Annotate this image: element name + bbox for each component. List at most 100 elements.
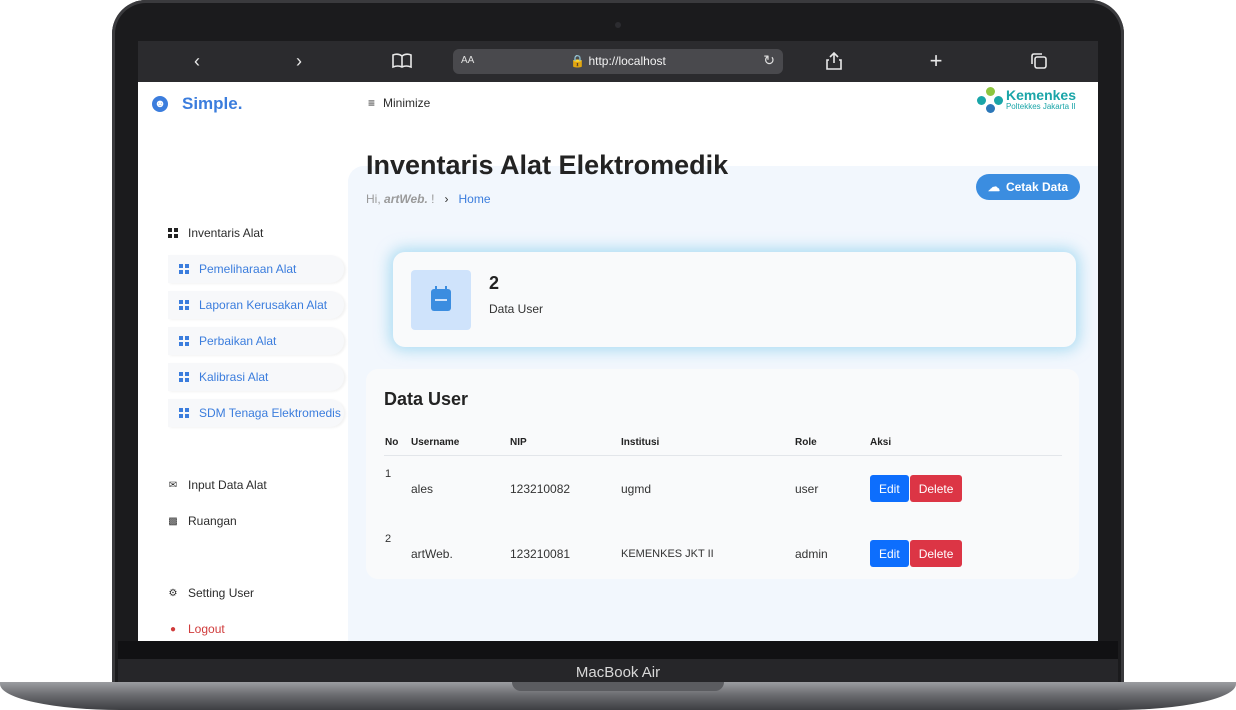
greeting: Hi, artWeb. !	[366, 192, 435, 206]
sidebar-item-label: Logout	[188, 622, 225, 636]
back-icon[interactable]: ‹	[182, 47, 212, 75]
column-header-nip: NIP	[509, 429, 620, 456]
sidebar-item-laporan-kerusakan-alat[interactable]: Laporan Kerusakan Alat	[168, 291, 344, 319]
cell-institusi: ugmd	[621, 481, 652, 496]
lock-icon: 🔒	[570, 54, 586, 68]
cell-username: ales	[411, 481, 434, 496]
content-area: Inventaris Alat Elektromedik Hi, artWeb.…	[348, 126, 1098, 641]
stat-value: 2	[489, 273, 500, 293]
sidebar-item-label: SDM Tenaga Elektromedis	[199, 406, 341, 420]
camera-dot	[615, 22, 621, 28]
grid-icon	[179, 300, 189, 310]
kemenkes-subtitle: Poltekkes Jakarta II	[1005, 102, 1076, 111]
sidebar-item-perbaikan-alat[interactable]: Perbaikan Alat	[168, 327, 344, 355]
data-user-card: Data User No Username NIP Institusi Role	[366, 369, 1079, 579]
sidebar-item-label: Laporan Kerusakan Alat	[199, 298, 328, 312]
column-header-role: Role	[794, 429, 869, 456]
minimize-label: Minimize	[383, 96, 431, 110]
browser-toolbar: ‹ › AA 🔒 http://localhost ↻ +	[138, 41, 1098, 82]
gear-icon: ⚙	[168, 587, 178, 599]
calendar-icon	[431, 286, 451, 311]
url-text: 🔒 http://localhost	[453, 54, 783, 68]
bookmarks-icon[interactable]	[387, 47, 417, 75]
sidebar-item-label: Perbaikan Alat	[199, 334, 277, 348]
sidebar-item-label: Inventaris Alat	[188, 226, 264, 240]
sidebar-item-ruangan[interactable]: ▩ Ruangan	[168, 507, 237, 535]
sidebar-item-label: Input Data Alat	[188, 478, 267, 492]
minimize-button[interactable]: ≡ Minimize	[368, 96, 430, 110]
column-header-institusi: Institusi	[620, 429, 794, 456]
web-page: ☻ Simple. Inventaris Alat Pemeliharaan A…	[138, 82, 1098, 641]
sidebar-item-input-data-alat[interactable]: ✉ Input Data Alat	[168, 471, 267, 499]
tabs-icon[interactable]	[1024, 47, 1054, 75]
breadcrumb: Hi, artWeb. ! › Home	[366, 192, 491, 206]
print-data-label: Cetak Data	[1005, 180, 1068, 194]
kemenkes-title: Kemenkes	[1005, 87, 1076, 103]
table-row: 2 artWeb. 123210081 KEMENKES JKT II admi…	[384, 521, 1062, 586]
table-row: 1 ales 123210082 ugmd user Edit Delete	[384, 456, 1062, 522]
edit-button[interactable]: Edit	[870, 475, 909, 502]
screen: ‹ › AA 🔒 http://localhost ↻ + ☻ Simple.	[138, 41, 1098, 641]
cell-role: admin	[795, 546, 828, 561]
smiley-icon: ☻	[152, 96, 168, 112]
envelope-icon: ✉	[168, 479, 178, 491]
print-data-button[interactable]: ☁ Cetak Data	[975, 174, 1080, 200]
sidebar-item-label: Ruangan	[188, 514, 237, 528]
cell-username: artWeb.	[411, 546, 453, 561]
data-user-table: No Username NIP Institusi Role Aksi 1 al…	[384, 429, 1062, 586]
cell-role: user	[795, 481, 819, 496]
cell-actions: Edit Delete	[869, 521, 1062, 586]
sidebar-item-sdm-tenaga-elektromedis[interactable]: SDM Tenaga Elektromedis	[168, 399, 344, 427]
sidebar-item-inventaris-alat[interactable]: Inventaris Alat	[168, 219, 263, 247]
address-bar[interactable]: AA 🔒 http://localhost ↻	[453, 49, 783, 74]
sidebar-item-kalibrasi-alat[interactable]: Kalibrasi Alat	[168, 363, 344, 391]
column-header-no: No	[384, 429, 410, 456]
url-value: http://localhost	[588, 54, 666, 68]
cell-actions: Edit Delete	[869, 456, 1062, 522]
reload-icon[interactable]: ↻	[763, 52, 775, 69]
sidebar-item-logout[interactable]: ● Logout	[168, 615, 225, 641]
sidebar-item-label: Setting User	[188, 586, 255, 600]
cell-no: 1	[385, 468, 392, 480]
cell-nip: 123210081	[510, 546, 571, 561]
grid-icon	[179, 372, 189, 382]
page-title: Inventaris Alat Elektromedik	[366, 150, 729, 180]
column-header-aksi: Aksi	[869, 429, 1062, 456]
delete-button[interactable]: Delete	[909, 540, 963, 567]
table-title: Data User	[384, 389, 469, 409]
table-header-row: No Username NIP Institusi Role Aksi	[384, 429, 1062, 456]
delete-button[interactable]: Delete	[909, 475, 963, 502]
brand-logo[interactable]: ☻ Simple.	[152, 94, 242, 114]
sidebar: ☻ Simple. Inventaris Alat Pemeliharaan A…	[138, 82, 348, 641]
cell-institusi: KEMENKES JKT II	[621, 547, 714, 560]
breadcrumb-chevron-icon: ›	[444, 192, 449, 206]
greeting-suffix: !	[431, 192, 435, 206]
greeting-prefix: Hi,	[366, 192, 381, 206]
sidebar-item-label: Pemeliharaan Alat	[199, 262, 297, 276]
cell-no: 2	[385, 533, 392, 545]
chat-icon: ▩	[168, 515, 178, 527]
sidebar-item-label: Kalibrasi Alat	[199, 370, 269, 384]
stat-card-data-user: 2 Data User	[393, 252, 1076, 347]
grid-icon	[179, 264, 189, 274]
grid-icon	[168, 228, 178, 238]
stat-label: Data User	[489, 302, 544, 316]
greeting-user: artWeb.	[384, 192, 428, 206]
logout-icon: ●	[169, 623, 177, 635]
cloud-icon: ☁	[987, 180, 1000, 194]
hamburger-icon: ≡	[368, 96, 376, 110]
new-tab-icon[interactable]: +	[921, 47, 951, 75]
sidebar-item-pemeliharaan-alat[interactable]: Pemeliharaan Alat	[168, 255, 344, 283]
column-header-username: Username	[410, 429, 509, 456]
laptop-notch	[512, 682, 724, 691]
top-bar: ≡ Minimize Kemenkes Poltekkes Jakarta II	[348, 82, 1098, 126]
grid-icon	[179, 336, 189, 346]
edit-button[interactable]: Edit	[870, 540, 909, 567]
share-icon[interactable]	[819, 47, 849, 75]
cell-nip: 123210082	[510, 481, 571, 496]
kemenkes-mark-icon	[976, 87, 1003, 113]
forward-icon[interactable]: ›	[284, 47, 314, 75]
brand-name: Simple.	[182, 94, 243, 113]
sidebar-item-setting-user[interactable]: ⚙ Setting User	[168, 579, 255, 607]
breadcrumb-home-link[interactable]: Home	[459, 192, 491, 206]
